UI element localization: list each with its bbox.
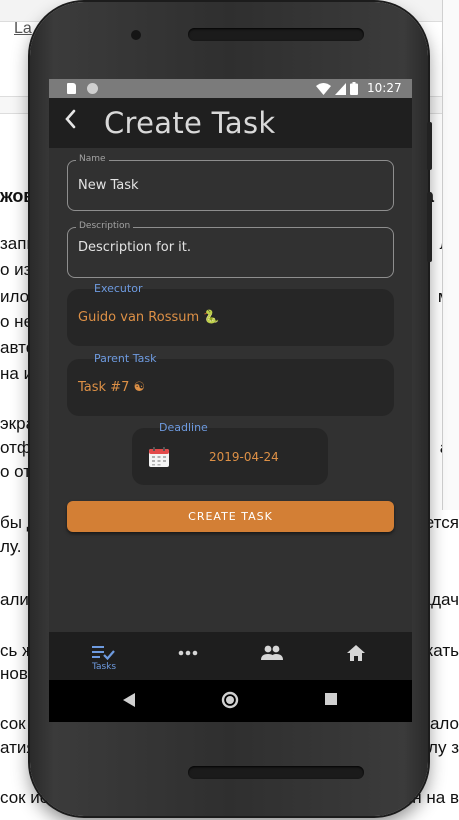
wifi-icon bbox=[316, 82, 331, 95]
doc-line-left: о от bbox=[0, 462, 32, 481]
deadline-value: 2019-04-24 bbox=[209, 450, 279, 464]
top-speaker bbox=[188, 28, 364, 41]
sim-icon bbox=[67, 83, 76, 94]
doc-line-left: сок bbox=[0, 714, 26, 733]
doc-line-left: на и bbox=[0, 364, 34, 383]
executor-selector[interactable]: Executor Guido van Rossum 🐍 bbox=[67, 282, 394, 346]
nav-item-people[interactable] bbox=[227, 632, 317, 680]
back-triangle-icon[interactable] bbox=[123, 693, 135, 707]
status-bar: 10:27 bbox=[49, 79, 412, 98]
doc-line-left: али bbox=[0, 590, 29, 609]
volume-button bbox=[427, 192, 432, 262]
system-navigation-bar bbox=[49, 680, 412, 722]
name-field[interactable]: Name New Task bbox=[67, 154, 394, 211]
description-field-label: Description bbox=[76, 221, 134, 231]
power-button bbox=[427, 122, 432, 170]
bottom-speaker bbox=[188, 766, 364, 779]
create-task-button[interactable]: CREATE TASK bbox=[67, 501, 394, 532]
nav-item-more[interactable] bbox=[143, 632, 233, 680]
doc-line-left: сь ж bbox=[0, 641, 34, 660]
page-title: Create Task bbox=[104, 106, 276, 140]
deadline-label: Deadline bbox=[159, 421, 208, 434]
doc-line-left: лу. bbox=[0, 537, 22, 556]
doc-line-right: кать bbox=[425, 641, 459, 660]
home-circle-icon[interactable] bbox=[221, 691, 239, 709]
calendar-icon bbox=[148, 446, 170, 472]
circle-icon bbox=[87, 83, 98, 94]
description-field[interactable]: Description Description for it. bbox=[67, 221, 394, 278]
app-bar: Create Task bbox=[49, 98, 412, 148]
home-icon bbox=[347, 645, 365, 661]
parent-task-value: Task #7 ☯ bbox=[78, 380, 146, 395]
doc-line-right: ется bbox=[424, 513, 459, 532]
doc-line-left: нові bbox=[0, 664, 32, 683]
bottom-navigation: Tasks bbox=[49, 632, 412, 680]
deadline-picker[interactable]: Deadline 2019-04-24 bbox=[132, 421, 328, 485]
doc-line-left: о из bbox=[0, 260, 32, 279]
recents-square-icon[interactable] bbox=[325, 693, 337, 705]
battery-icon bbox=[350, 82, 358, 95]
nav-item-tasks[interactable]: Tasks bbox=[59, 632, 149, 680]
chevron-left-icon[interactable] bbox=[63, 107, 77, 137]
parent-task-selector[interactable]: Parent Task Task #7 ☯ bbox=[67, 352, 394, 416]
doc-line-left: ило bbox=[0, 287, 30, 306]
parent-task-label: Parent Task bbox=[94, 352, 157, 365]
description-field-value[interactable]: Description for it. bbox=[78, 240, 191, 255]
status-time: 10:27 bbox=[367, 81, 402, 95]
executor-label: Executor bbox=[94, 282, 143, 295]
front-camera bbox=[131, 30, 141, 40]
form-content: Name New Task Description Description fo… bbox=[49, 148, 412, 632]
nav-item-home[interactable] bbox=[311, 632, 401, 680]
executor-value: Guido van Rossum 🐍 bbox=[78, 310, 220, 325]
people-icon bbox=[261, 645, 283, 660]
name-field-label: Name bbox=[76, 154, 109, 164]
doc-side-panel bbox=[442, 0, 459, 510]
doc-line-right: ало bbox=[429, 714, 459, 733]
doc-tab[interactable]: La bbox=[14, 20, 32, 38]
phone-screen: 10:27 Create Task Name New Task Descript… bbox=[49, 79, 412, 722]
nav-tasks-label: Tasks bbox=[91, 662, 117, 672]
more-dots-icon bbox=[178, 650, 198, 656]
signal-icon bbox=[335, 82, 346, 95]
tasks-check-icon bbox=[92, 646, 115, 661]
name-field-value[interactable]: New Task bbox=[78, 178, 139, 193]
